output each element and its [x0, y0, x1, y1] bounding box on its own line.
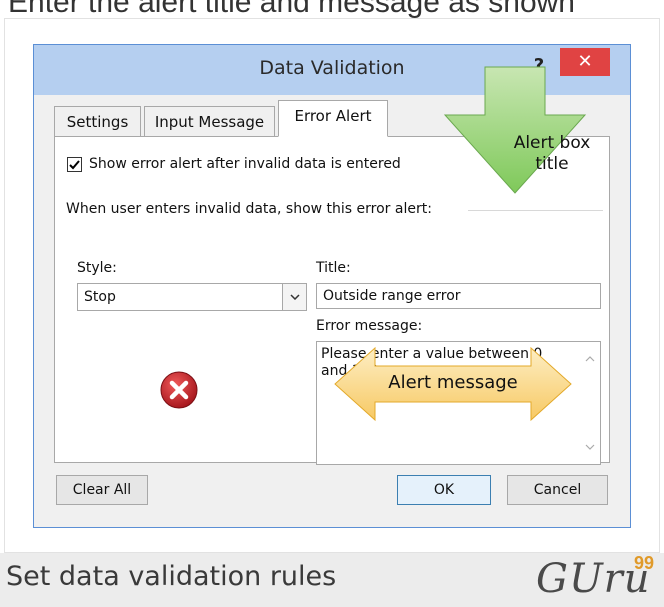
style-select[interactable]: Stop — [77, 283, 307, 311]
message-callout-text: Alert message — [388, 372, 518, 393]
title-callout-text: Alert box title — [513, 133, 591, 174]
scroll-down-icon[interactable] — [583, 440, 597, 454]
ok-button[interactable]: OK — [397, 475, 491, 505]
top-caption: Enter the alert title and message as sho… — [8, 0, 575, 19]
tab-input-message[interactable]: Input Message — [144, 106, 275, 136]
show-alert-label[interactable]: Show error alert after invalid data is e… — [89, 156, 401, 172]
title-label: Title: — [316, 260, 351, 276]
error-message-label: Error message: — [316, 318, 423, 334]
divider — [468, 210, 603, 211]
checkbox-checked-icon — [69, 160, 80, 170]
scroll-up-icon[interactable] — [583, 352, 597, 366]
style-label: Style: — [77, 260, 117, 276]
clear-all-button[interactable]: Clear All — [56, 475, 148, 505]
style-value: Stop — [84, 289, 116, 305]
tab-settings[interactable]: Settings — [54, 106, 141, 136]
guru-logo-superscript: 99 — [634, 553, 655, 573]
tab-error-alert[interactable]: Error Alert — [278, 100, 388, 137]
stop-error-icon — [160, 371, 198, 409]
footer-caption: Set data validation rules — [6, 561, 337, 592]
cancel-button[interactable]: Cancel — [507, 475, 608, 505]
chevron-down-icon[interactable] — [282, 284, 306, 310]
title-callout-arrow — [443, 66, 587, 194]
title-input[interactable] — [316, 283, 601, 309]
instruction-text: When user enters invalid data, show this… — [66, 201, 432, 217]
footer-bar: Set data validation rules GUru 99 — [0, 553, 664, 607]
show-alert-checkbox[interactable] — [67, 157, 82, 172]
